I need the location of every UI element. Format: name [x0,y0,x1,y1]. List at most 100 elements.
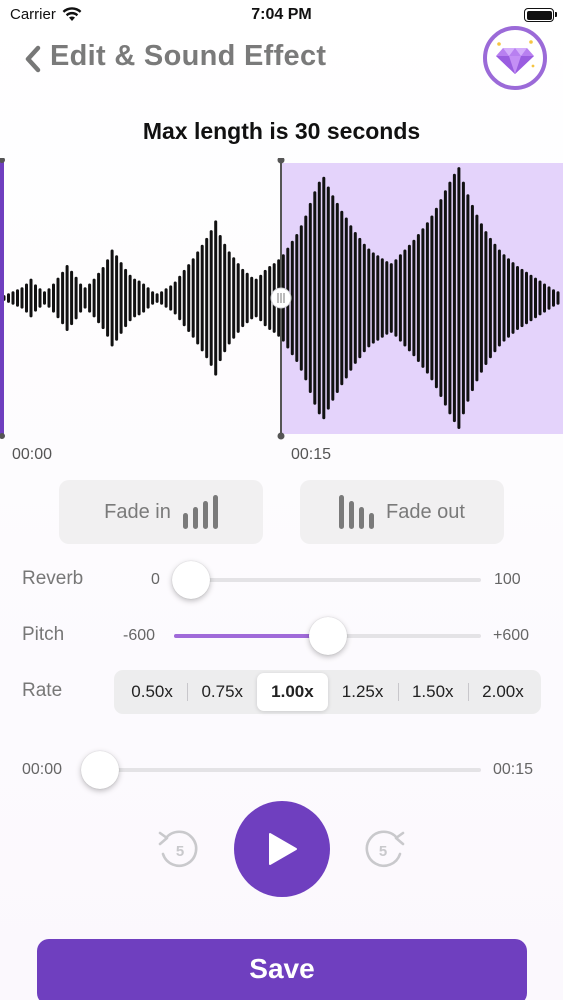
waveform-bar [128,274,132,322]
waveform-bar [232,257,236,339]
waveform-bar [403,249,407,347]
waveform-bar [160,291,164,305]
waveform-bar [169,285,173,311]
waveform-bar [439,199,443,397]
waveform-bar [430,215,434,381]
waveform-bar [187,264,191,332]
playback-progress-track[interactable] [100,768,481,772]
waveform-bar [299,225,303,371]
waveform-bar [151,291,155,305]
waveform-bar [146,287,150,309]
save-button[interactable]: Save [37,939,527,1000]
waveform-bar [214,220,218,376]
waveform-bar [543,283,546,313]
reverb-min-label: 0 [151,571,160,588]
waveform-bar [97,272,101,324]
waveform-bar [295,234,299,362]
rewind-5-button[interactable]: 5 [155,824,205,874]
waveform-bar [137,280,141,316]
chevron-left-icon[interactable] [22,44,44,74]
waveform-bar [313,191,317,405]
waveform-bar [110,249,114,347]
waveform-bar [457,167,461,429]
fade-out-label: Fade out [386,500,465,523]
playhead-bottom-knob[interactable] [277,432,285,440]
left-trim-handle[interactable] [0,158,4,438]
rate-option[interactable]: 1.25x [328,673,398,711]
playback-progress-thumb[interactable] [81,751,119,789]
waveform-bar [25,283,28,313]
waveform-bar [124,268,128,328]
forward-5-button[interactable]: 5 [358,824,408,874]
waveform-bar [412,239,416,357]
playback-total-time: 00:15 [493,761,534,778]
waveform-bar [452,173,456,423]
status-time: 7:04 PM [251,6,312,23]
waveform-bar [218,235,222,362]
left-trim-knob[interactable] [0,158,5,163]
rate-option[interactable]: 1.00x [257,673,328,711]
rate-segmented-control[interactable]: 0.50x 0.75x 1.00x 1.25x 1.50x 2.00x [114,670,541,714]
waveform-bar [371,252,375,344]
waveform-bar [493,243,497,353]
waveform-bar [223,243,227,353]
waveform-bar [164,288,168,308]
rate-option[interactable]: 1.50x [397,673,468,711]
waveform-bar [380,258,384,338]
waveform-bar [92,278,96,318]
waveform-bar [394,259,398,337]
waveform-bar [502,254,506,342]
waveform-bar [470,204,474,392]
rate-option[interactable]: 0.75x [187,673,257,711]
waveform-bar [425,222,429,374]
fade-in-button[interactable]: Fade in [59,480,263,544]
reverb-slider-track[interactable] [174,578,481,582]
waveform-bar [259,274,263,322]
fade-in-label: Fade in [104,500,171,523]
waveform-bar [61,271,65,325]
waveform-bar [263,269,267,327]
left-trim-knob[interactable] [0,433,5,439]
waveform-bar [407,244,411,352]
waveform-bar [335,202,339,393]
pitch-min-label: -600 [123,627,156,644]
reverb-label: Reverb [22,568,84,589]
playhead-top-knob[interactable] [277,158,285,164]
diamond-icon [496,40,535,74]
waveform-bar [358,237,362,359]
reverb-slider-thumb[interactable] [172,561,210,599]
waveform-bar [367,248,371,348]
waveform-bar [236,263,240,333]
waveform-bar [308,202,312,393]
page-title: Edit & Sound Effect [50,40,327,72]
play-button[interactable] [234,801,330,897]
waveform-bar [340,210,344,386]
waveform-bar [488,237,492,359]
waveform-bar [196,251,200,345]
waveform-bar [11,291,15,305]
waveform-bar [475,214,479,382]
waveform-bar [106,259,110,337]
waveform-editor[interactable] [0,158,563,440]
waveform-bar [497,249,501,347]
waveform-bar [178,275,182,321]
pitch-slider-fill [174,634,328,638]
waveform-bar [74,276,78,320]
fade-out-button[interactable]: Fade out [300,480,504,544]
waveform-bar [155,293,159,303]
rate-option[interactable]: 0.50x [117,673,187,711]
waveform-bar [241,268,245,328]
fade-out-icon [339,495,375,529]
waveform-bar [349,225,353,371]
premium-button[interactable] [483,26,547,90]
waveform-bar [362,243,366,353]
status-bar: Carrier 7:04 PM [0,0,563,30]
waveform-bar [16,289,19,307]
pitch-label: Pitch [22,624,65,645]
rate-option[interactable]: 2.00x [467,673,538,711]
rate-label: Rate [22,680,63,701]
waveform-bar [133,278,137,318]
waveform-bar [322,176,326,420]
waveform-bar [205,237,209,359]
pitch-slider-thumb[interactable] [309,617,347,655]
